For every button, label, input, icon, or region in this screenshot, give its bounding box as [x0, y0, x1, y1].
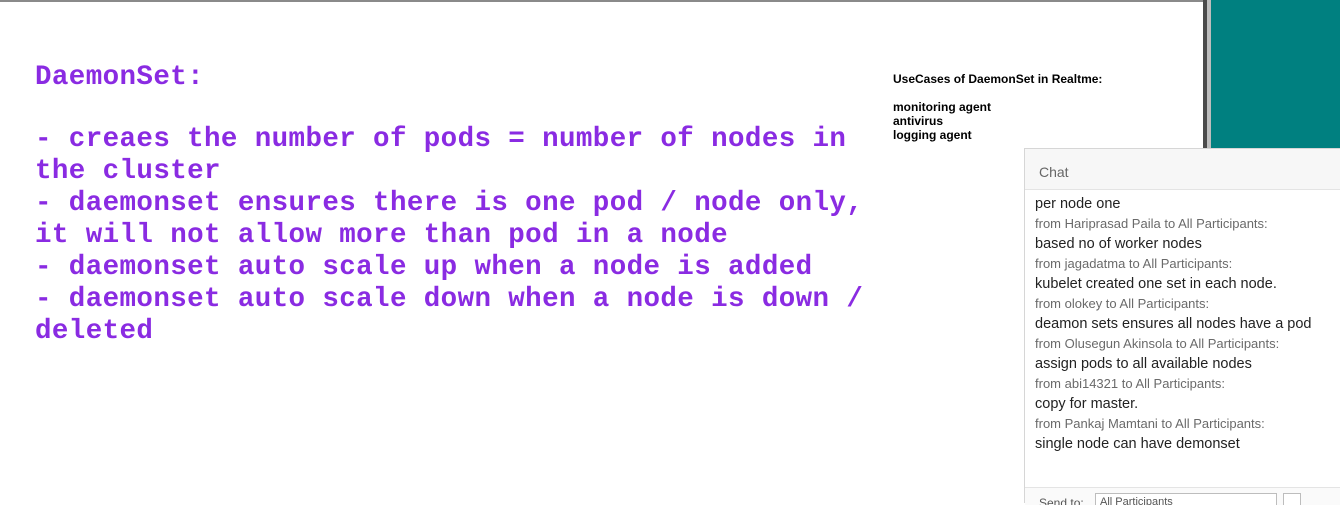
send-to-label: Send to: [1039, 496, 1084, 505]
chat-message-sender: from abi14321 to All Participants: [1035, 376, 1226, 391]
usecase-item: monitoring agent [893, 100, 991, 114]
desktop-background [1211, 0, 1340, 150]
window-top-border [0, 0, 1208, 2]
chat-message-text: based no of worker nodes [1035, 236, 1202, 252]
slide-bullet: - daemonset ensures there is one pod / n… [35, 188, 864, 251]
chat-message-text: single node can have demonset [1035, 436, 1240, 452]
chat-message-text: per node one [1035, 196, 1121, 212]
chat-message-text: kubelet created one set in each node. [1035, 276, 1277, 292]
chat-message-text: copy for master. [1035, 396, 1139, 412]
chat-message-sender: from Pankaj Mamtani to All Participants: [1035, 416, 1265, 431]
chat-message-list[interactable]: per node one from Hariprasad Paila to Al… [1025, 190, 1340, 454]
slide-bullet: - daemonset auto scale up when a node is… [35, 252, 813, 283]
usecase-item: antivirus [893, 114, 944, 128]
more-options-button[interactable] [1283, 493, 1301, 505]
slide-title: DaemonSet: [35, 62, 205, 93]
send-to-select[interactable]: All Participants [1095, 493, 1277, 505]
slide-content: DaemonSet: - creaes the number of pods =… [35, 62, 895, 348]
chat-message-text: deamon sets ensures all nodes have a pod [1035, 316, 1312, 332]
chat-message-sender: from Hariprasad Paila to All Participant… [1035, 216, 1268, 231]
usecases-title: UseCases of DaemonSet in Realtme: [893, 72, 1103, 86]
chat-panel: Chat per node one from Hariprasad Paila … [1024, 148, 1340, 505]
slide-bullet: - daemonset auto scale down when a node … [35, 284, 864, 347]
chat-message-sender: from jagadatma to All Participants: [1035, 256, 1233, 271]
chat-message-text: assign pods to all available nodes [1035, 356, 1252, 372]
usecase-item: logging agent [893, 128, 972, 142]
slide-bullet: - creaes the number of pods = number of … [35, 124, 847, 187]
chat-header: Chat [1025, 149, 1340, 190]
chat-footer: Send to: All Participants [1025, 487, 1340, 505]
usecases-note: UseCases of DaemonSet in Realtme: monito… [893, 72, 1153, 142]
chat-message-sender: from Olusegun Akinsola to All Participan… [1035, 336, 1280, 351]
chat-message-sender: from olokey to All Participants: [1035, 296, 1210, 311]
